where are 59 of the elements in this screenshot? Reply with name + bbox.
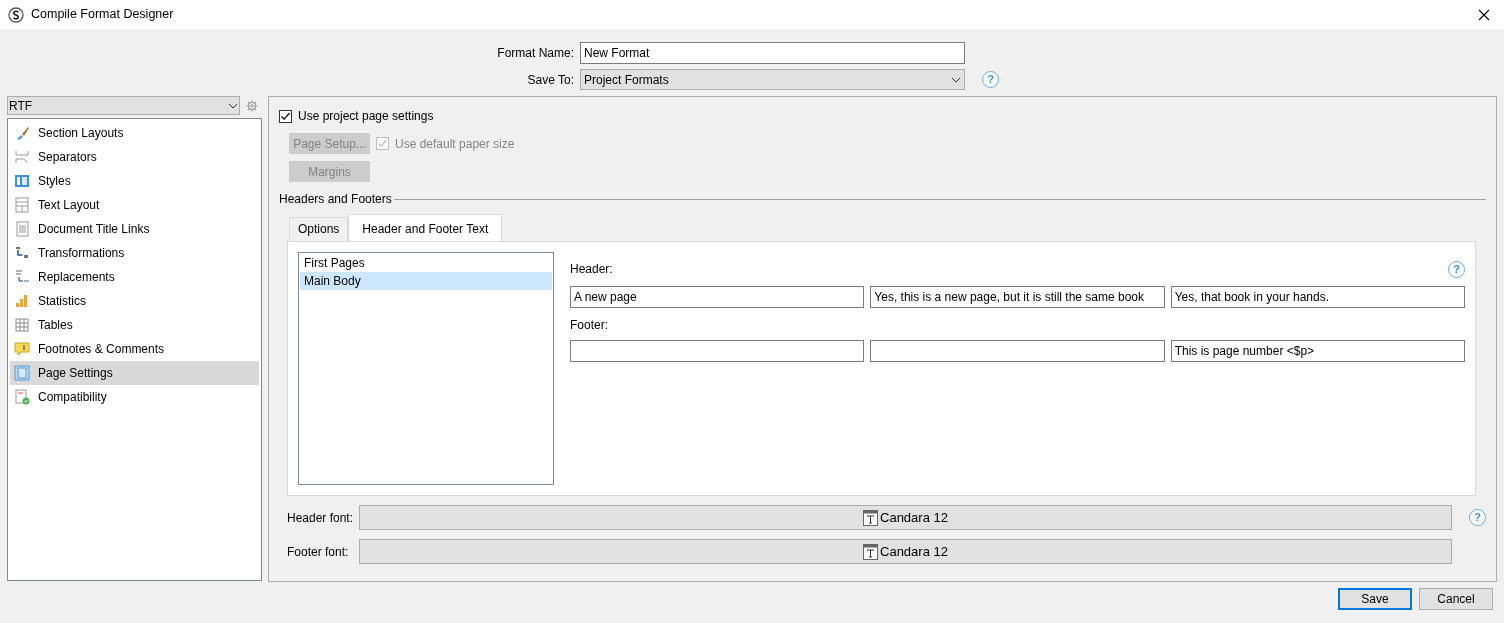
- checkbox-label: Use default paper size: [395, 135, 515, 153]
- sidebar-item[interactable]: Page Settings: [10, 361, 259, 385]
- field-label: Footer font:: [286, 543, 350, 561]
- sidebar-item[interactable]: Footnotes & Comments: [10, 337, 259, 361]
- checkbox-label: Use project page settings: [298, 108, 434, 125]
- paragraph-styles-icon: [14, 173, 30, 189]
- header-font-button[interactable]: Candara 12: [359, 505, 1452, 530]
- tab[interactable]: Header and Footer Text: [348, 214, 503, 241]
- sidebar-item[interactable]: Tables: [10, 313, 259, 337]
- sidebar-item[interactable]: Replacements: [10, 265, 259, 289]
- table-icon: [14, 317, 30, 333]
- separator-icon: [14, 149, 30, 165]
- document-icon: [14, 221, 30, 237]
- list-item[interactable]: Main Body: [300, 272, 552, 290]
- page-icon: [14, 365, 30, 381]
- dialog-button[interactable]: Cancel: [1419, 588, 1493, 610]
- footer-label: Footer:: [570, 317, 609, 334]
- field-label: Save To:: [526, 71, 575, 89]
- header-field[interactable]: Yes, that book in your hands.: [1170, 286, 1465, 308]
- chevron-down-icon: [951, 76, 961, 83]
- list-item[interactable]: First Pages: [300, 254, 552, 272]
- save-to-dropdown[interactable]: Project Formats: [580, 69, 965, 90]
- window-title: Compile Format Designer: [31, 6, 174, 24]
- header-label: Header:: [570, 261, 613, 278]
- app-logo-icon: [8, 6, 24, 23]
- bar-chart-icon: [14, 293, 30, 309]
- footer-field[interactable]: [570, 340, 865, 362]
- sidebar-item[interactable]: Separators: [10, 145, 259, 169]
- footer-font-button[interactable]: Candara 12: [359, 539, 1452, 564]
- compile-format-dropdown[interactable]: RTF: [7, 96, 240, 115]
- font-icon: [863, 509, 878, 526]
- sidebar-item[interactable]: Transformations: [10, 241, 259, 265]
- layout-icon: [14, 197, 30, 213]
- dialog-button[interactable]: Save: [1338, 588, 1412, 610]
- checkbox[interactable]: [279, 109, 292, 123]
- sidebar-item[interactable]: Text Layout: [10, 193, 259, 217]
- comment-icon: [14, 341, 30, 357]
- header-field[interactable]: Yes, this is a new page, but it is still the same book: [870, 286, 1165, 308]
- sidebar-item[interactable]: Statistics: [10, 289, 259, 313]
- sidebar-item[interactable]: Styles: [10, 169, 259, 193]
- field-label: Header font:: [286, 509, 355, 527]
- footer-field[interactable]: [870, 340, 1165, 362]
- sidebar-item[interactable]: Compatibility: [10, 385, 259, 409]
- chevron-down-icon: [228, 102, 238, 109]
- document-check-icon: [14, 389, 30, 405]
- format-name-field[interactable]: New Format: [580, 41, 965, 64]
- field-label: Format Name:: [496, 44, 575, 62]
- close-icon: [1478, 9, 1490, 22]
- tab[interactable]: Options: [289, 217, 349, 241]
- gear-icon[interactable]: [246, 99, 258, 112]
- help-button[interactable]: ?: [1448, 260, 1465, 278]
- group-title: Headers and Footers: [279, 191, 392, 208]
- footer-field[interactable]: This is page number <$p>: [1170, 340, 1465, 362]
- font-icon: [863, 543, 878, 560]
- help-button[interactable]: ?: [982, 71, 999, 88]
- sidebar-item[interactable]: Section Layouts: [10, 121, 259, 145]
- sidebar-item[interactable]: Document Title Links: [10, 217, 259, 241]
- header-field[interactable]: A new page: [570, 286, 865, 308]
- help-button[interactable]: ?: [1469, 509, 1486, 526]
